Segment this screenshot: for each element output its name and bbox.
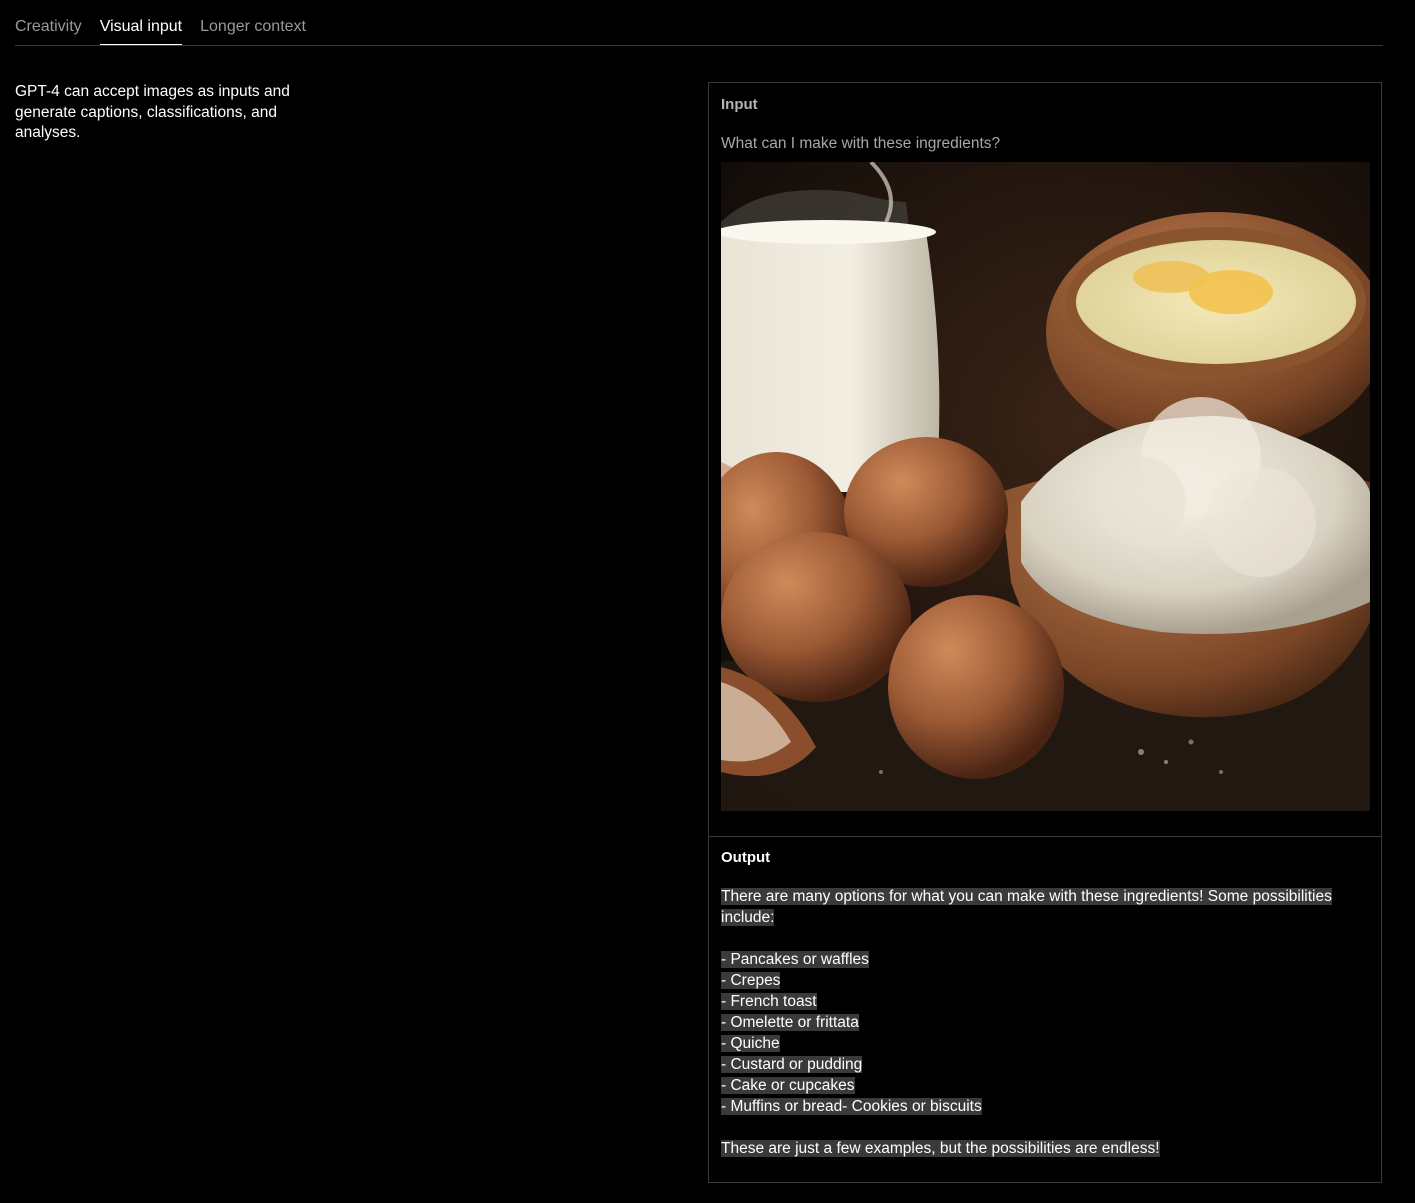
tab-creativity[interactable]: Creativity xyxy=(15,18,82,45)
tab-bar: Creativity Visual input Longer context xyxy=(15,0,1383,46)
list-item: - Pancakes or waffles xyxy=(721,951,869,968)
list-item: - Muffins or bread- Cookies or biscuits xyxy=(721,1098,982,1115)
output-text: There are many options for what you can … xyxy=(721,886,1361,1159)
input-section: Input What can I make with these ingredi… xyxy=(709,83,1381,837)
list-item: - Crepes xyxy=(721,972,781,989)
list-item: - French toast xyxy=(721,993,817,1010)
list-item: - Custard or pudding xyxy=(721,1056,863,1073)
example-panel: Input What can I make with these ingredi… xyxy=(708,82,1382,1183)
input-label: Input xyxy=(721,96,758,113)
output-label: Output xyxy=(721,849,771,866)
output-intro: There are many options for what you can … xyxy=(721,888,1332,926)
list-item: - Omelette or frittata xyxy=(721,1014,859,1031)
tab-description: GPT-4 can accept images as inputs and ge… xyxy=(15,83,290,141)
tab-visual-input[interactable]: Visual input xyxy=(99,18,183,45)
output-outro: These are just a few examples, but the p… xyxy=(721,1140,1160,1157)
input-prompt: What can I make with these ingredients? xyxy=(721,135,1001,152)
tab-longer-context[interactable]: Longer context xyxy=(200,18,306,45)
list-item: - Cake or cupcakes xyxy=(721,1077,855,1094)
ingredients-photo xyxy=(721,162,1370,811)
list-item: - Quiche xyxy=(721,1035,780,1052)
